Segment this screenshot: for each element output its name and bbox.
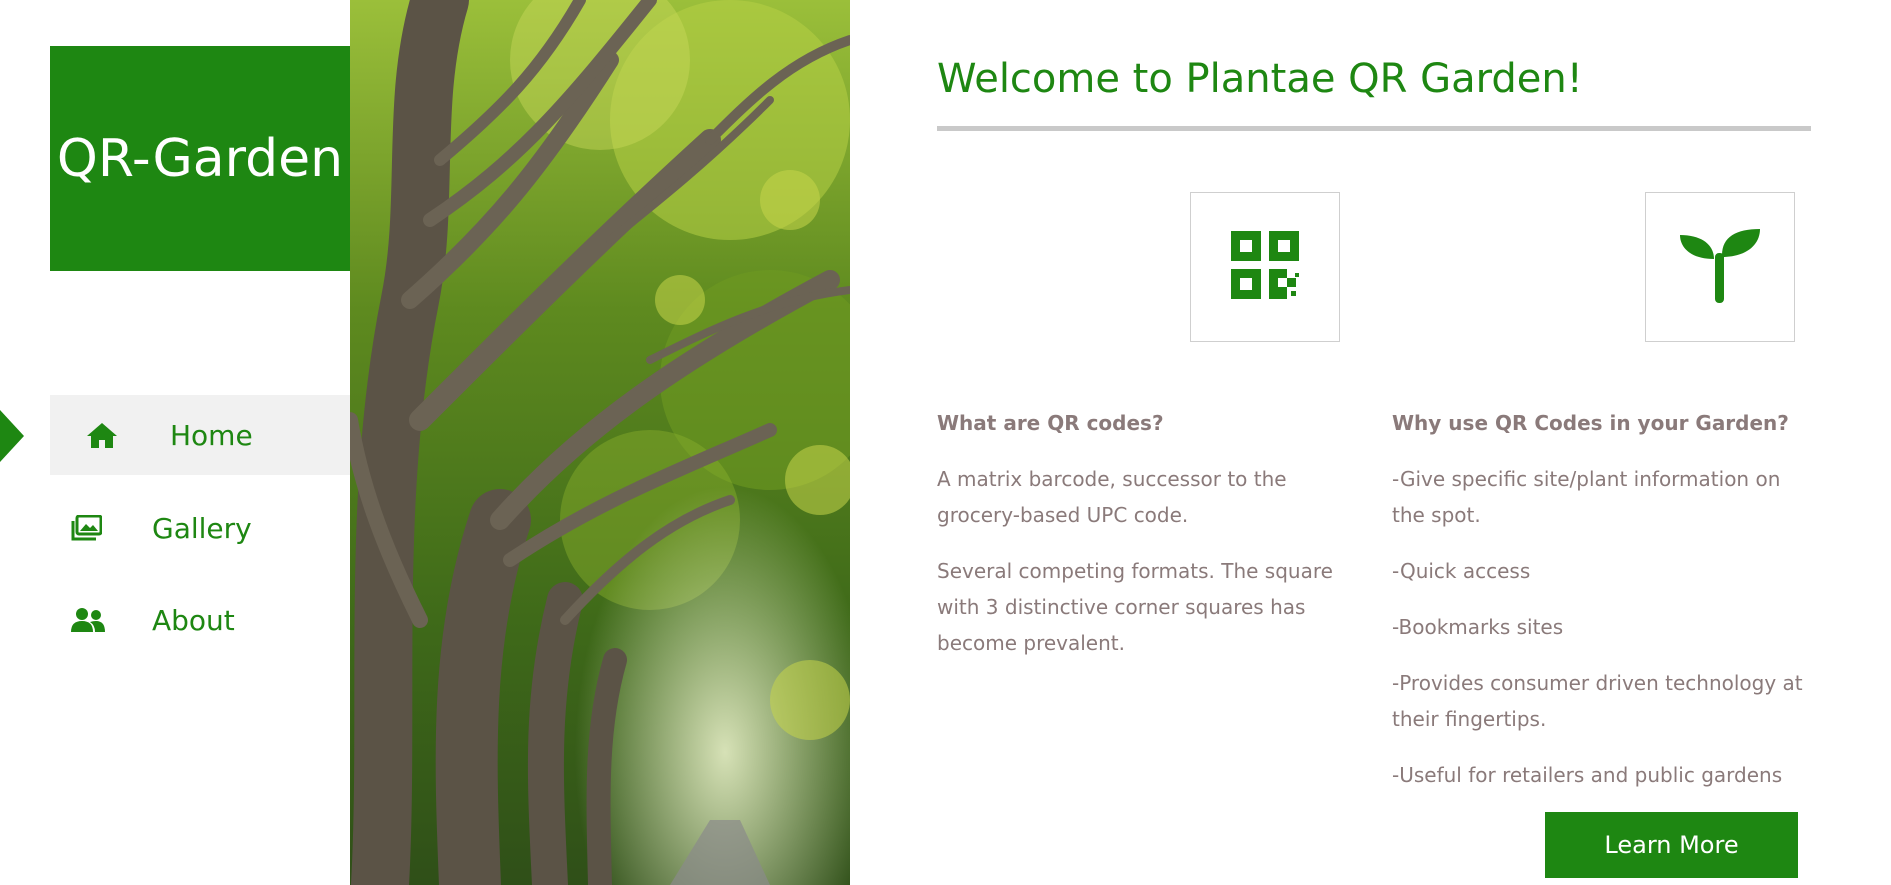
benefit-item: -Give specific site/plant information on… — [1392, 467, 1781, 527]
gallery-icon — [70, 515, 102, 541]
benefit-item: -Bookmarks sites — [1392, 615, 1564, 639]
home-icon — [86, 421, 118, 449]
nav-item-gallery[interactable]: Gallery — [50, 488, 350, 568]
seedling-icon — [1678, 227, 1762, 307]
page-title: Welcome to Plantae QR Garden! — [937, 56, 1583, 102]
qr-code-tile — [1190, 192, 1340, 342]
nav-item-about[interactable]: About — [50, 580, 350, 660]
learn-more-button[interactable]: Learn More — [1545, 812, 1798, 878]
nav-item-label: About — [152, 603, 235, 637]
qr-info-paragraph: A matrix barcode, successor to the groce… — [937, 467, 1287, 527]
qr-info-column: What are QR codes? A matrix barcode, suc… — [937, 405, 1337, 681]
garden-benefits-column: Why use QR Codes in your Garden? -Give s… — [1392, 405, 1812, 813]
benefit-item: -Quick access — [1392, 559, 1531, 583]
benefit-item: -Provides consumer driven technology at … — [1392, 671, 1803, 731]
seedling-tile — [1645, 192, 1795, 342]
title-divider — [937, 126, 1811, 131]
active-nav-indicator — [0, 410, 24, 462]
qr-info-paragraph: Several competing formats. The square wi… — [937, 559, 1333, 655]
tree-avenue-photo — [350, 0, 850, 885]
nav-item-label: Gallery — [152, 511, 252, 545]
qr-code-icon — [1229, 229, 1301, 305]
garden-benefits-heading: Why use QR Codes in your Garden? — [1392, 411, 1789, 435]
benefit-item: -Useful for retailers and public gardens — [1392, 763, 1783, 787]
nav-item-home[interactable]: Home — [50, 395, 350, 475]
nav-item-label: Home — [170, 418, 253, 452]
users-icon — [70, 607, 106, 633]
brand-logo[interactable]: QR-Garden — [50, 46, 350, 271]
qr-info-heading: What are QR codes? — [937, 411, 1164, 435]
brand-title: QR-Garden — [56, 128, 344, 189]
